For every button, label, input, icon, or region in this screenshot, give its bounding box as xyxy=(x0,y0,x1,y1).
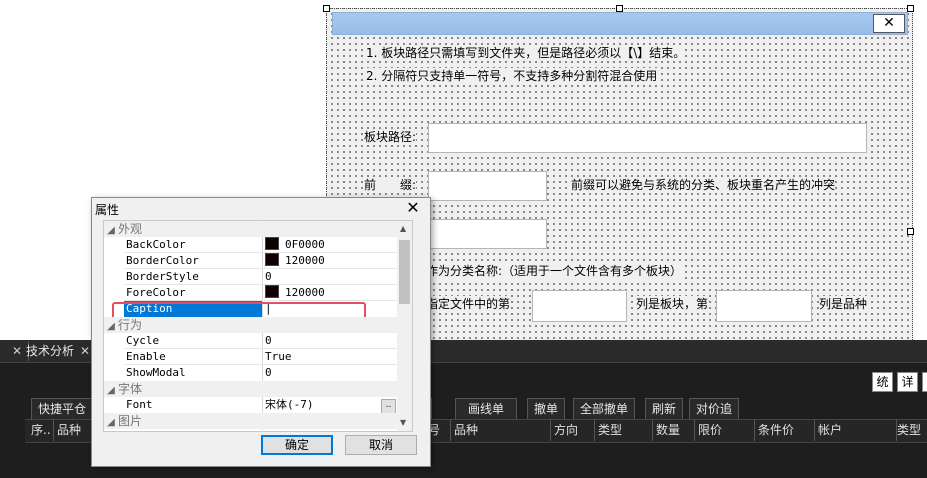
tab-technical-analysis[interactable]: 技术分析 ✕ xyxy=(20,341,98,361)
collapse-icon[interactable]: ◢ xyxy=(104,319,118,335)
cancel-all-button[interactable]: 全部撤单 xyxy=(573,398,636,420)
resize-handle[interactable] xyxy=(616,5,623,12)
property-name[interactable]: BorderColor xyxy=(126,253,199,269)
collapse-icon[interactable]: ◢ xyxy=(104,383,118,399)
cancel-order-button[interactable]: 撤单 xyxy=(527,398,566,420)
color-swatch xyxy=(265,253,279,266)
property-name[interactable]: BackColor xyxy=(126,237,186,253)
separator-input[interactable] xyxy=(428,219,547,249)
column-header[interactable]: 数量 xyxy=(652,419,695,441)
property-name[interactable]: Cycle xyxy=(126,333,159,349)
property-value[interactable]: 0 xyxy=(265,269,272,285)
property-value[interactable]: 0 xyxy=(265,333,272,349)
path-input[interactable] xyxy=(428,123,867,153)
form-title-bar xyxy=(332,12,908,35)
property-value[interactable]: True xyxy=(265,349,292,365)
tab-close-icon[interactable]: ✕ xyxy=(80,344,90,358)
cancel-button[interactable]: 取消 xyxy=(345,435,417,455)
summary-button[interactable]: 统 xyxy=(872,372,893,392)
collapse-icon[interactable]: ◢ xyxy=(104,415,118,431)
instruction-line-2: 2. 分隔符只支持单一符号，不支持多种分割符混合使用 xyxy=(366,68,658,84)
property-name[interactable]: Font xyxy=(126,397,153,413)
block-column-input[interactable] xyxy=(532,290,627,322)
column-header[interactable]: 序.. xyxy=(27,419,54,441)
color-swatch xyxy=(265,285,279,298)
collapse-icon[interactable]: ◢ xyxy=(104,223,118,239)
property-value[interactable]: 0 xyxy=(265,365,272,381)
column-text-1: 指定文件中的第 xyxy=(426,296,511,312)
tab-label: 技术分析 xyxy=(26,344,75,358)
column-header[interactable]: 类型 xyxy=(594,419,653,441)
prefix-hint: 前缀可以避免与系统的分类、板块重名产生的冲突 xyxy=(571,177,836,193)
more-button[interactable] xyxy=(922,372,927,392)
scroll-down-icon[interactable]: ▼ xyxy=(400,418,406,427)
ok-button[interactable]: 确定 xyxy=(261,435,333,455)
close-icon[interactable]: ✕ xyxy=(404,199,422,217)
scrollbar-thumb[interactable] xyxy=(399,240,410,304)
form-close-button[interactable]: ✕ xyxy=(873,14,905,33)
prefix-label: 前 缀: xyxy=(364,177,417,193)
column-header[interactable]: 类型 xyxy=(893,419,927,441)
property-value-text: 120000 xyxy=(285,286,325,299)
category-label: 图片 xyxy=(118,414,143,428)
chase-price-button[interactable]: 对价追 xyxy=(689,398,740,420)
property-value[interactable]: 0F0000 xyxy=(265,237,325,253)
column-text-3: 列是品种 xyxy=(819,296,868,312)
instruction-line-1: 1. 板块路径只需填写到文件夹，但是路径必须以【\】结束。 xyxy=(366,45,686,61)
property-name[interactable]: Enable xyxy=(126,349,166,365)
column-header[interactable]: 限价 xyxy=(694,419,755,441)
property-value[interactable]: 宋体(-7) xyxy=(265,397,314,413)
refresh-button[interactable]: 刷新 xyxy=(645,398,684,420)
category-picture[interactable]: ◢ 图片 xyxy=(104,413,397,429)
column-header[interactable]: 帐户 xyxy=(814,419,897,441)
property-value[interactable]: 120000 xyxy=(265,285,325,301)
property-value-text: 120000 xyxy=(285,254,325,267)
draw-line-order-button[interactable]: 画线单 xyxy=(455,398,518,420)
prefix-input[interactable] xyxy=(428,171,547,201)
category-label: 字体 xyxy=(118,382,143,396)
properties-title: 属性 xyxy=(95,203,120,217)
property-value-text: 0F0000 xyxy=(285,238,325,251)
category-font[interactable]: ◢ 字体 xyxy=(104,381,397,397)
detail-button[interactable]: 详 xyxy=(897,372,918,392)
column-header[interactable]: 方向 xyxy=(550,419,595,441)
symbol-column-input[interactable] xyxy=(716,290,812,322)
property-name[interactable]: ForeColor xyxy=(126,285,186,301)
property-name[interactable]: ShowModal xyxy=(126,365,186,381)
resize-handle[interactable] xyxy=(907,228,914,235)
property-value[interactable]: 120000 xyxy=(265,253,325,269)
category-appearance[interactable]: ◢ 外观 xyxy=(104,221,397,237)
column-header[interactable]: 品种 xyxy=(450,419,551,441)
path-label: 板块路径: xyxy=(364,129,417,145)
resize-handle[interactable] xyxy=(907,5,914,12)
resize-handle[interactable] xyxy=(323,5,330,12)
category-label: 行为 xyxy=(118,318,143,332)
column-text-2: 列是板块，第 xyxy=(636,296,709,312)
category-behavior[interactable]: ◢ 行为 xyxy=(104,317,397,333)
column-header[interactable]: 条件价 xyxy=(754,419,815,441)
scroll-up-icon[interactable]: ▲ xyxy=(400,224,406,233)
category-name-text: 作为分类名称:（适用于一个文件含有多个板块） xyxy=(426,263,683,279)
quick-close-button[interactable]: 快捷平仓 xyxy=(31,398,94,420)
category-label: 外观 xyxy=(118,222,143,236)
color-swatch xyxy=(265,237,279,250)
property-name[interactable]: BorderStyle xyxy=(126,269,199,285)
font-picker-button[interactable]: .. xyxy=(381,399,396,414)
